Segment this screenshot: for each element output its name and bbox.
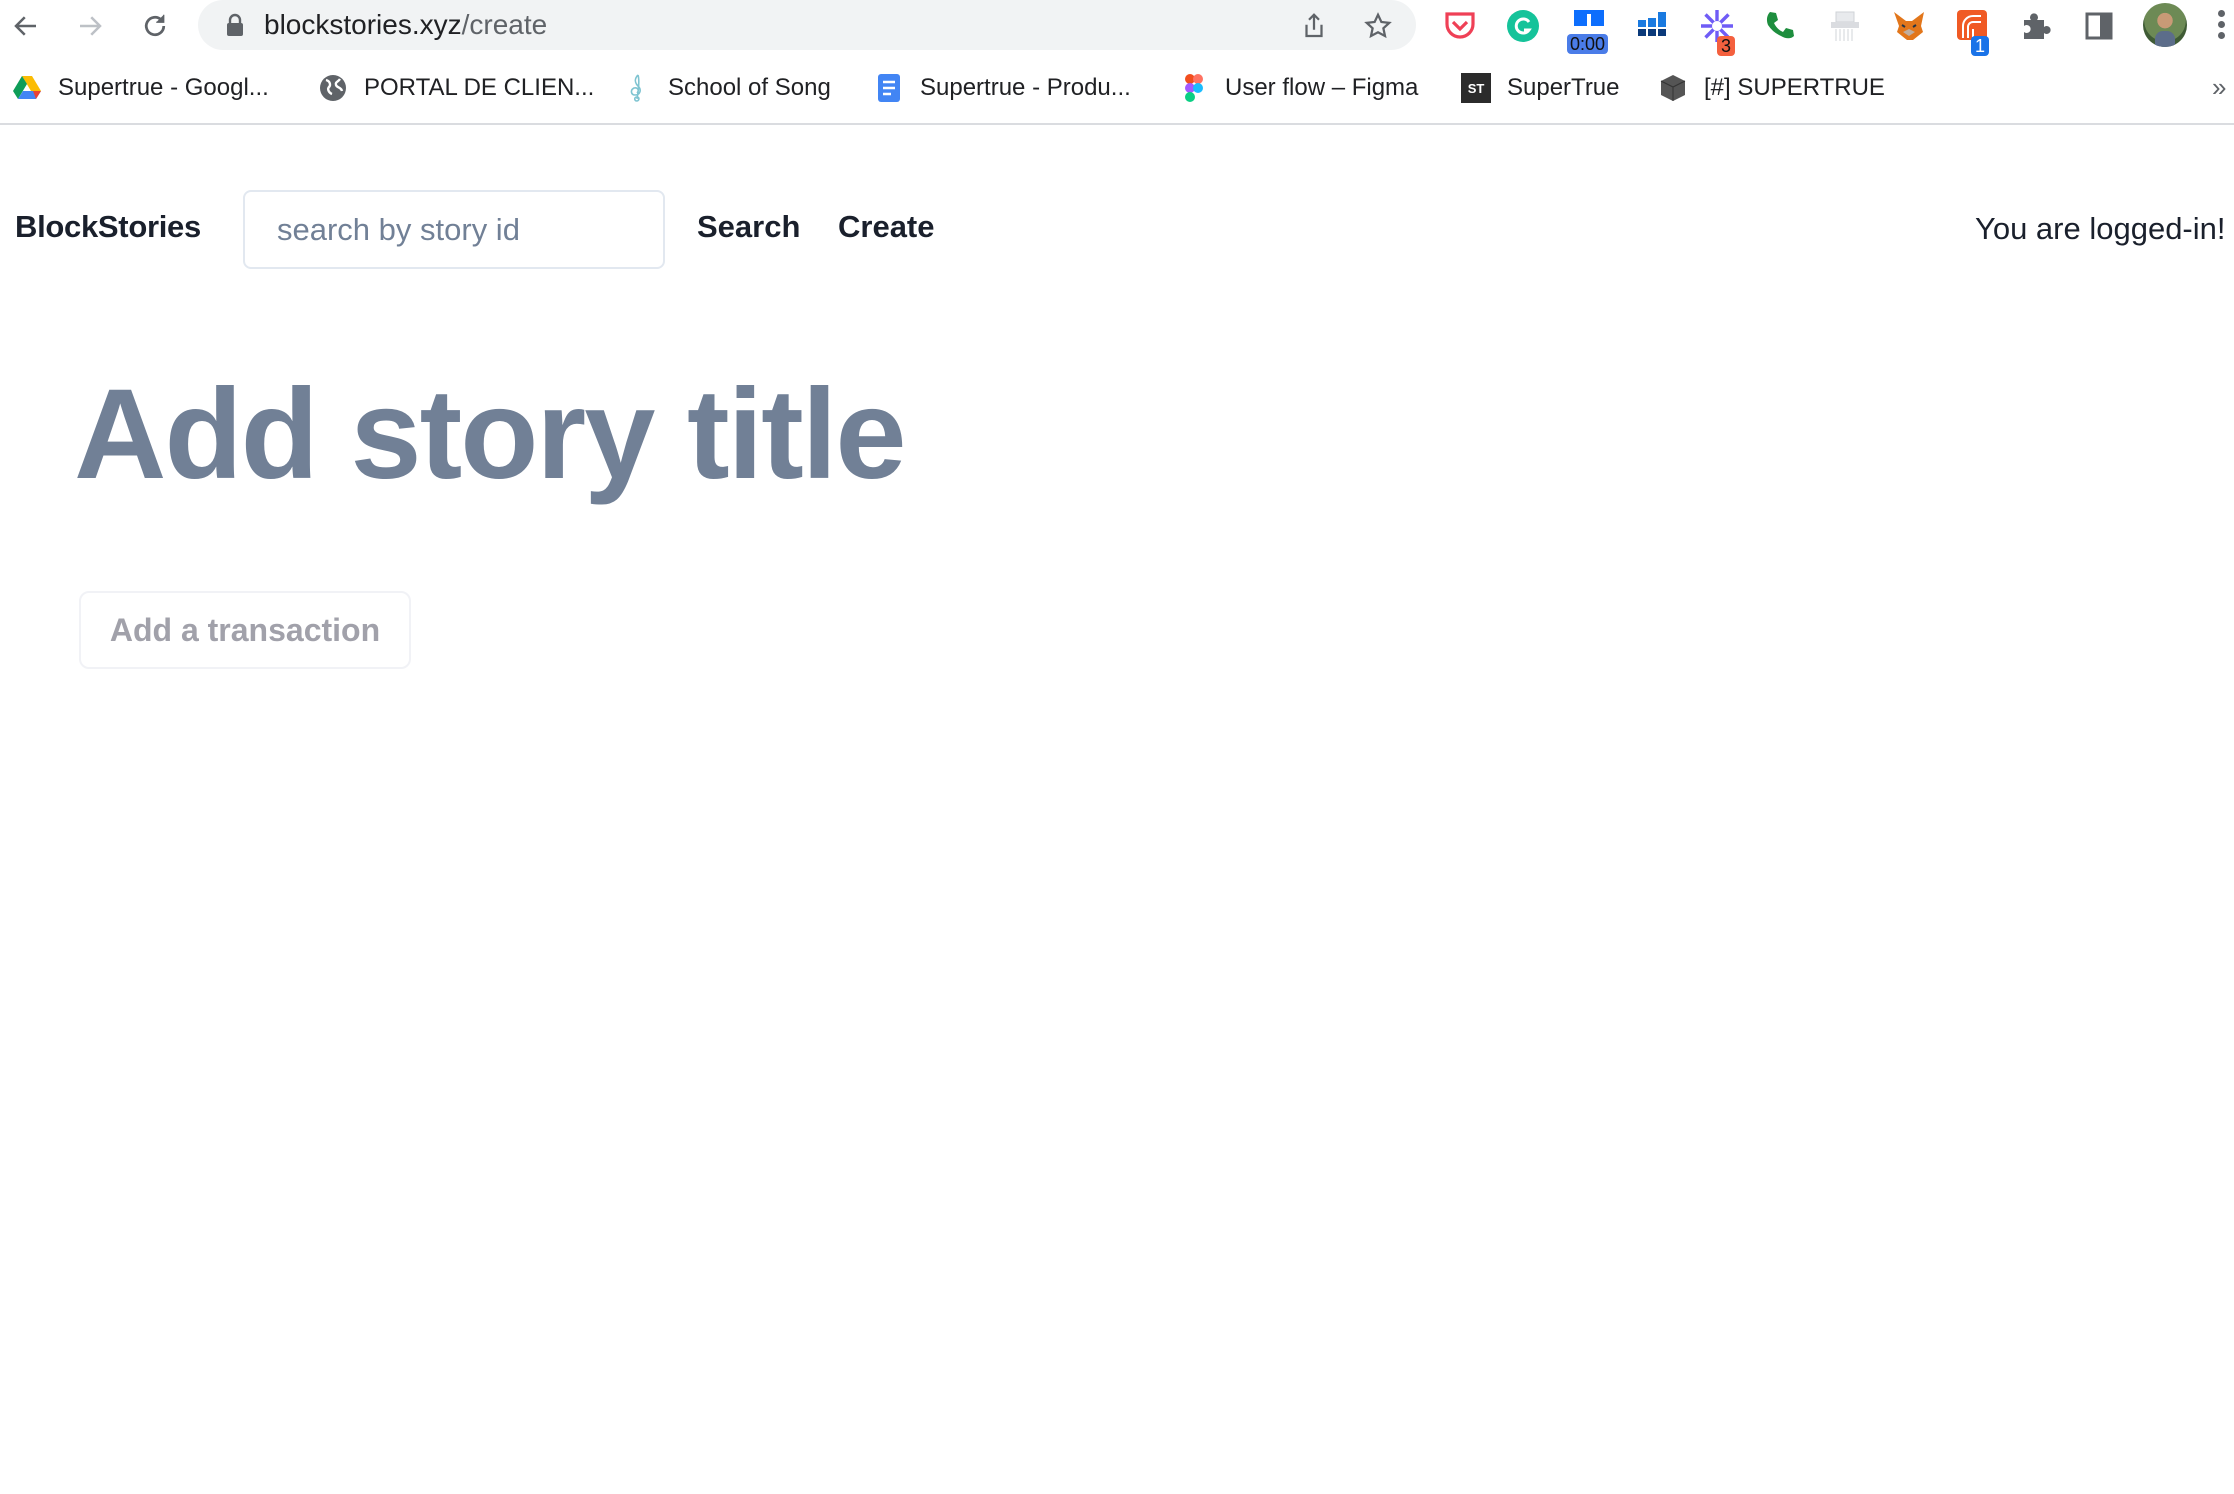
url-path: /create [461,9,548,40]
bookmark-label: PORTAL DE CLIEN... [364,74,595,101]
phone-extension[interactable] [1760,6,1800,46]
bookmarks-bar: Supertrue - Googl... PORTAL DE CLIEN... … [0,62,2234,114]
bookmark-label: SuperTrue [1507,74,1620,101]
site-header: BlockStories Search Create You are logge… [0,125,2234,275]
google-docs-icon [874,73,904,103]
bookmark-item[interactable]: User flow – Figma [1179,72,1418,104]
bookmarks-overflow-button[interactable]: » [2212,72,2226,103]
story-search-input[interactable] [243,190,665,269]
share-icon [1305,13,1323,38]
reload-button[interactable] [135,6,175,46]
bookmark-label: School of Song [668,74,831,101]
browser-toolbar: blockstories.xyz/create 0:00 3 1 [0,0,2234,56]
side-panel-button[interactable] [2079,6,2119,46]
bookmark-item[interactable]: Supertrue - Produ... [874,72,1131,104]
asterisk-extension[interactable]: 3 [1697,6,1737,56]
bookmark-label: Supertrue - Googl... [58,74,269,101]
nav-search-link[interactable]: Search [697,209,800,245]
menu-dot [2218,10,2225,17]
cube-icon [1658,73,1688,103]
nav-create-link[interactable]: Create [838,209,935,245]
bookmark-item[interactable]: PORTAL DE CLIEN... [318,72,594,104]
pocket-extension[interactable] [1440,6,1480,46]
timer-badge: 0:00 [1567,34,1609,54]
figma-icon [1179,73,1209,103]
feed-extension[interactable]: 1 [1953,6,1993,56]
bookmark-item[interactable]: ST SuperTrue [1461,72,1620,104]
arrow-left-icon [14,16,36,36]
menu-dot [2218,21,2225,28]
feed-badge: 1 [1971,36,1990,56]
arrow-right-icon [80,16,102,36]
grammarly-icon [1507,10,1539,42]
bookmark-item[interactable]: Supertrue - Googl... [12,72,269,104]
login-status: You are logged-in! [1975,211,2226,246]
extensions-menu-button[interactable] [2016,6,2056,46]
lock-icon [227,13,243,36]
analytics-extension[interactable] [1632,6,1672,46]
grammarly-extension[interactable] [1503,6,1543,46]
fox-icon [1894,12,1924,40]
timer-extension[interactable]: 0:00 [1567,6,1609,54]
url-text[interactable]: blockstories.xyz/create [264,8,547,42]
bookmark-item[interactable]: School of Song [622,72,831,104]
svg-text:ST: ST [1468,81,1485,96]
menu-dot [2218,32,2225,39]
treble-clef-icon [622,73,652,103]
shredder-icon [1831,11,1859,41]
google-drive-icon [12,73,42,103]
back-button[interactable] [6,6,46,46]
supertrue-icon: ST [1461,73,1491,103]
reload-icon [144,14,166,37]
bookmark-label: User flow – Figma [1225,74,1419,101]
puzzle-icon [2024,13,2051,39]
forward-button[interactable] [70,6,110,46]
bookmark-item[interactable]: [#] SUPERTRUE [1658,72,1885,104]
pocket-icon [1445,12,1475,39]
asterisk-badge: 3 [1717,36,1736,56]
metamask-extension[interactable] [1889,6,1929,46]
star-icon [1364,12,1392,39]
bookmark-label: [#] SUPERTRUE [1704,74,1885,101]
bookmark-star-button[interactable] [1360,8,1396,44]
profile-avatar[interactable] [2143,3,2187,47]
browser-menu-button[interactable] [2218,10,2234,42]
add-transaction-button[interactable]: Add a transaction [79,591,411,669]
globe-icon [318,73,348,103]
bar-grid-icon [1638,12,1666,36]
address-bar[interactable]: blockstories.xyz/create [198,0,1416,50]
shredder-extension[interactable] [1825,6,1865,46]
story-title-input[interactable]: Add story title [74,360,906,510]
phone-icon [1766,12,1794,39]
bookmark-label: Supertrue - Produ... [920,74,1131,101]
side-panel-icon [2085,12,2113,40]
url-host: blockstories.xyz [264,9,462,40]
share-button[interactable] [1296,8,1332,44]
site-logo[interactable]: BlockStories [15,209,201,245]
